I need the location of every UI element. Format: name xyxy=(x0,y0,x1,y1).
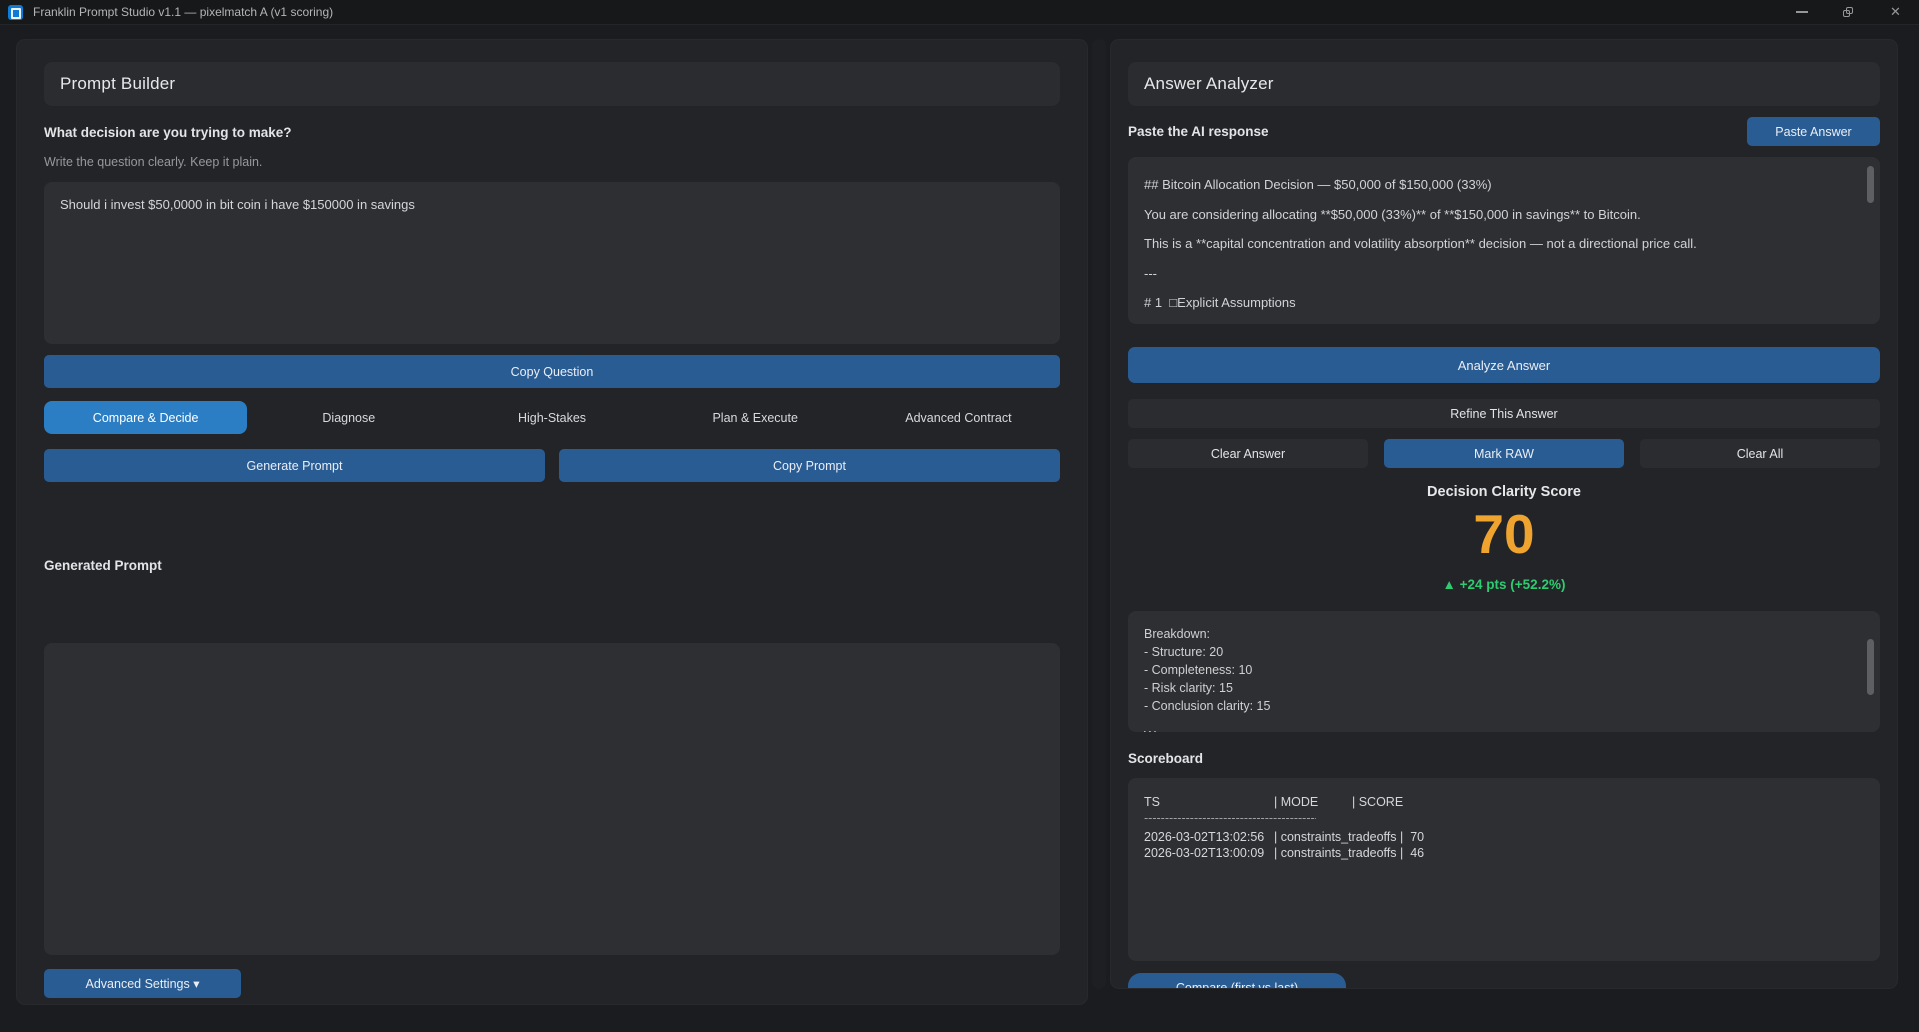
minimize-button[interactable] xyxy=(1778,0,1825,24)
row-ts: 2026-03-02T13:00:09 xyxy=(1144,846,1274,862)
clear-answer-button[interactable]: Clear Answer xyxy=(1128,439,1368,468)
scoreboard-row: 2026-03-02T13:02:56 | constraints_tradeo… xyxy=(1144,830,1864,846)
clear-all-button[interactable]: Clear All xyxy=(1640,439,1880,468)
scoreboard-col-ts: TS xyxy=(1144,795,1274,811)
answer-analyzer-title: Answer Analyzer xyxy=(1144,74,1274,94)
question-label: What decision are you trying to make? xyxy=(44,125,1060,140)
row-entry: | constraints_tradeoffs | 46 xyxy=(1274,846,1424,862)
generate-row: Generate Prompt Copy Prompt xyxy=(44,449,1060,482)
scoreboard-header-row: TS | MODE | SCORE xyxy=(1144,795,1864,811)
app-window: Franklin Prompt Studio v1.1 — pixelmatch… xyxy=(0,0,1919,1032)
paste-response-label: Paste the AI response xyxy=(1128,124,1269,139)
generated-prompt-output[interactable] xyxy=(44,643,1060,955)
advanced-settings-button[interactable]: Advanced Settings ▾ xyxy=(44,969,241,998)
scoreboard-label: Scoreboard xyxy=(1128,751,1880,766)
tab-plan-execute[interactable]: Plan & Execute xyxy=(654,401,857,434)
row-entry: | constraints_tradeoffs | 70 xyxy=(1274,830,1424,846)
paste-row: Paste the AI response Paste Answer xyxy=(1128,117,1880,146)
close-button[interactable]: ✕ xyxy=(1872,0,1919,24)
scoreboard-row: 2026-03-02T13:00:09 | constraints_tradeo… xyxy=(1144,846,1864,862)
mode-tabs: Compare & Decide Diagnose High-Stakes Pl… xyxy=(44,401,1060,434)
response-input[interactable]: ## Bitcoin Allocation Decision — $50,000… xyxy=(1128,157,1880,324)
response-line: # 1 □Explicit Assumptions xyxy=(1144,288,1854,318)
response-scrollbar[interactable] xyxy=(1867,166,1874,203)
tab-high-stakes[interactable]: High-Stakes xyxy=(450,401,653,434)
window-controls: ✕ xyxy=(1778,0,1919,24)
scoreboard-rows: 2026-03-02T13:02:56 | constraints_tradeo… xyxy=(1144,830,1864,861)
panel-divider xyxy=(1092,39,1106,989)
prompt-builder-header: Prompt Builder xyxy=(44,62,1060,106)
breakdown-line: Breakdown: xyxy=(1144,625,1854,643)
response-line: ## Bitcoin Allocation Decision — $50,000… xyxy=(1144,170,1854,200)
response-line: You are considering allocating **$50,000… xyxy=(1144,200,1854,230)
app-logo-icon xyxy=(8,5,23,20)
refine-answer-button[interactable]: Refine This Answer xyxy=(1128,399,1880,428)
row-ts: 2026-03-02T13:02:56 xyxy=(1144,830,1274,846)
breakdown-line: - Completeness: 10 xyxy=(1144,661,1854,679)
scoreboard-separator: ----------------------------------------… xyxy=(1144,811,1316,827)
clear-row: Clear Answer Mark RAW Clear All xyxy=(1128,439,1880,468)
breakdown-line: - Conclusion clarity: 15 xyxy=(1144,697,1854,715)
question-hint: Write the question clearly. Keep it plai… xyxy=(44,155,1060,169)
score-delta: ▲ +24 pts (+52.2%) xyxy=(1128,577,1880,592)
response-line: This analysis assumes: xyxy=(1144,318,1854,325)
paste-answer-button[interactable]: Paste Answer xyxy=(1747,117,1880,146)
prompt-builder-panel: Prompt Builder What decision are you try… xyxy=(16,39,1088,1005)
window-title: Franklin Prompt Studio v1.1 — pixelmatch… xyxy=(33,5,333,19)
generate-prompt-button[interactable]: Generate Prompt xyxy=(44,449,545,482)
score-heading: Decision Clarity Score xyxy=(1128,484,1880,500)
mark-raw-button[interactable]: Mark RAW xyxy=(1384,439,1624,468)
breakdown-line: - Structure: 20 xyxy=(1144,643,1854,661)
scoreboard-table: TS | MODE | SCORE ----------------------… xyxy=(1128,778,1880,961)
question-input[interactable]: Should i invest $50,0000 in bit coin i h… xyxy=(44,182,1060,344)
titlebar: Franklin Prompt Studio v1.1 — pixelmatch… xyxy=(0,0,1919,25)
breakdown-scrollbar[interactable] xyxy=(1867,639,1874,695)
maximize-button[interactable] xyxy=(1825,0,1872,24)
answer-analyzer-panel: Answer Analyzer Paste the AI response Pa… xyxy=(1110,39,1898,989)
compare-first-last-button[interactable]: Compare (first vs last) xyxy=(1128,973,1346,989)
copy-question-button[interactable]: Copy Question xyxy=(44,355,1060,388)
answer-analyzer-header: Answer Analyzer xyxy=(1128,62,1880,106)
tab-compare-decide[interactable]: Compare & Decide xyxy=(44,401,247,434)
score-value: 70 xyxy=(1128,505,1880,563)
prompt-builder-title: Prompt Builder xyxy=(60,74,175,94)
generated-prompt-label: Generated Prompt xyxy=(44,558,1060,573)
response-line: --- xyxy=(1144,259,1854,289)
scoreboard-col-score: | SCORE xyxy=(1352,795,1403,811)
scoreboard-col-mode: | MODE xyxy=(1274,795,1352,811)
tab-diagnose[interactable]: Diagnose xyxy=(247,401,450,434)
copy-prompt-button[interactable]: Copy Prompt xyxy=(559,449,1060,482)
tab-advanced-contract[interactable]: Advanced Contract xyxy=(857,401,1060,434)
minimize-icon xyxy=(1796,11,1808,13)
response-line: This is a **capital concentration and vo… xyxy=(1144,229,1854,259)
analyze-answer-button[interactable]: Analyze Answer xyxy=(1128,347,1880,383)
restore-icon xyxy=(1843,7,1854,18)
breakdown-line: - Risk clarity: 15 xyxy=(1144,679,1854,697)
breakdown-clipped-line: W...... xyxy=(1144,727,1854,732)
score-breakdown-box[interactable]: Breakdown: - Structure: 20 - Completenes… xyxy=(1128,611,1880,732)
